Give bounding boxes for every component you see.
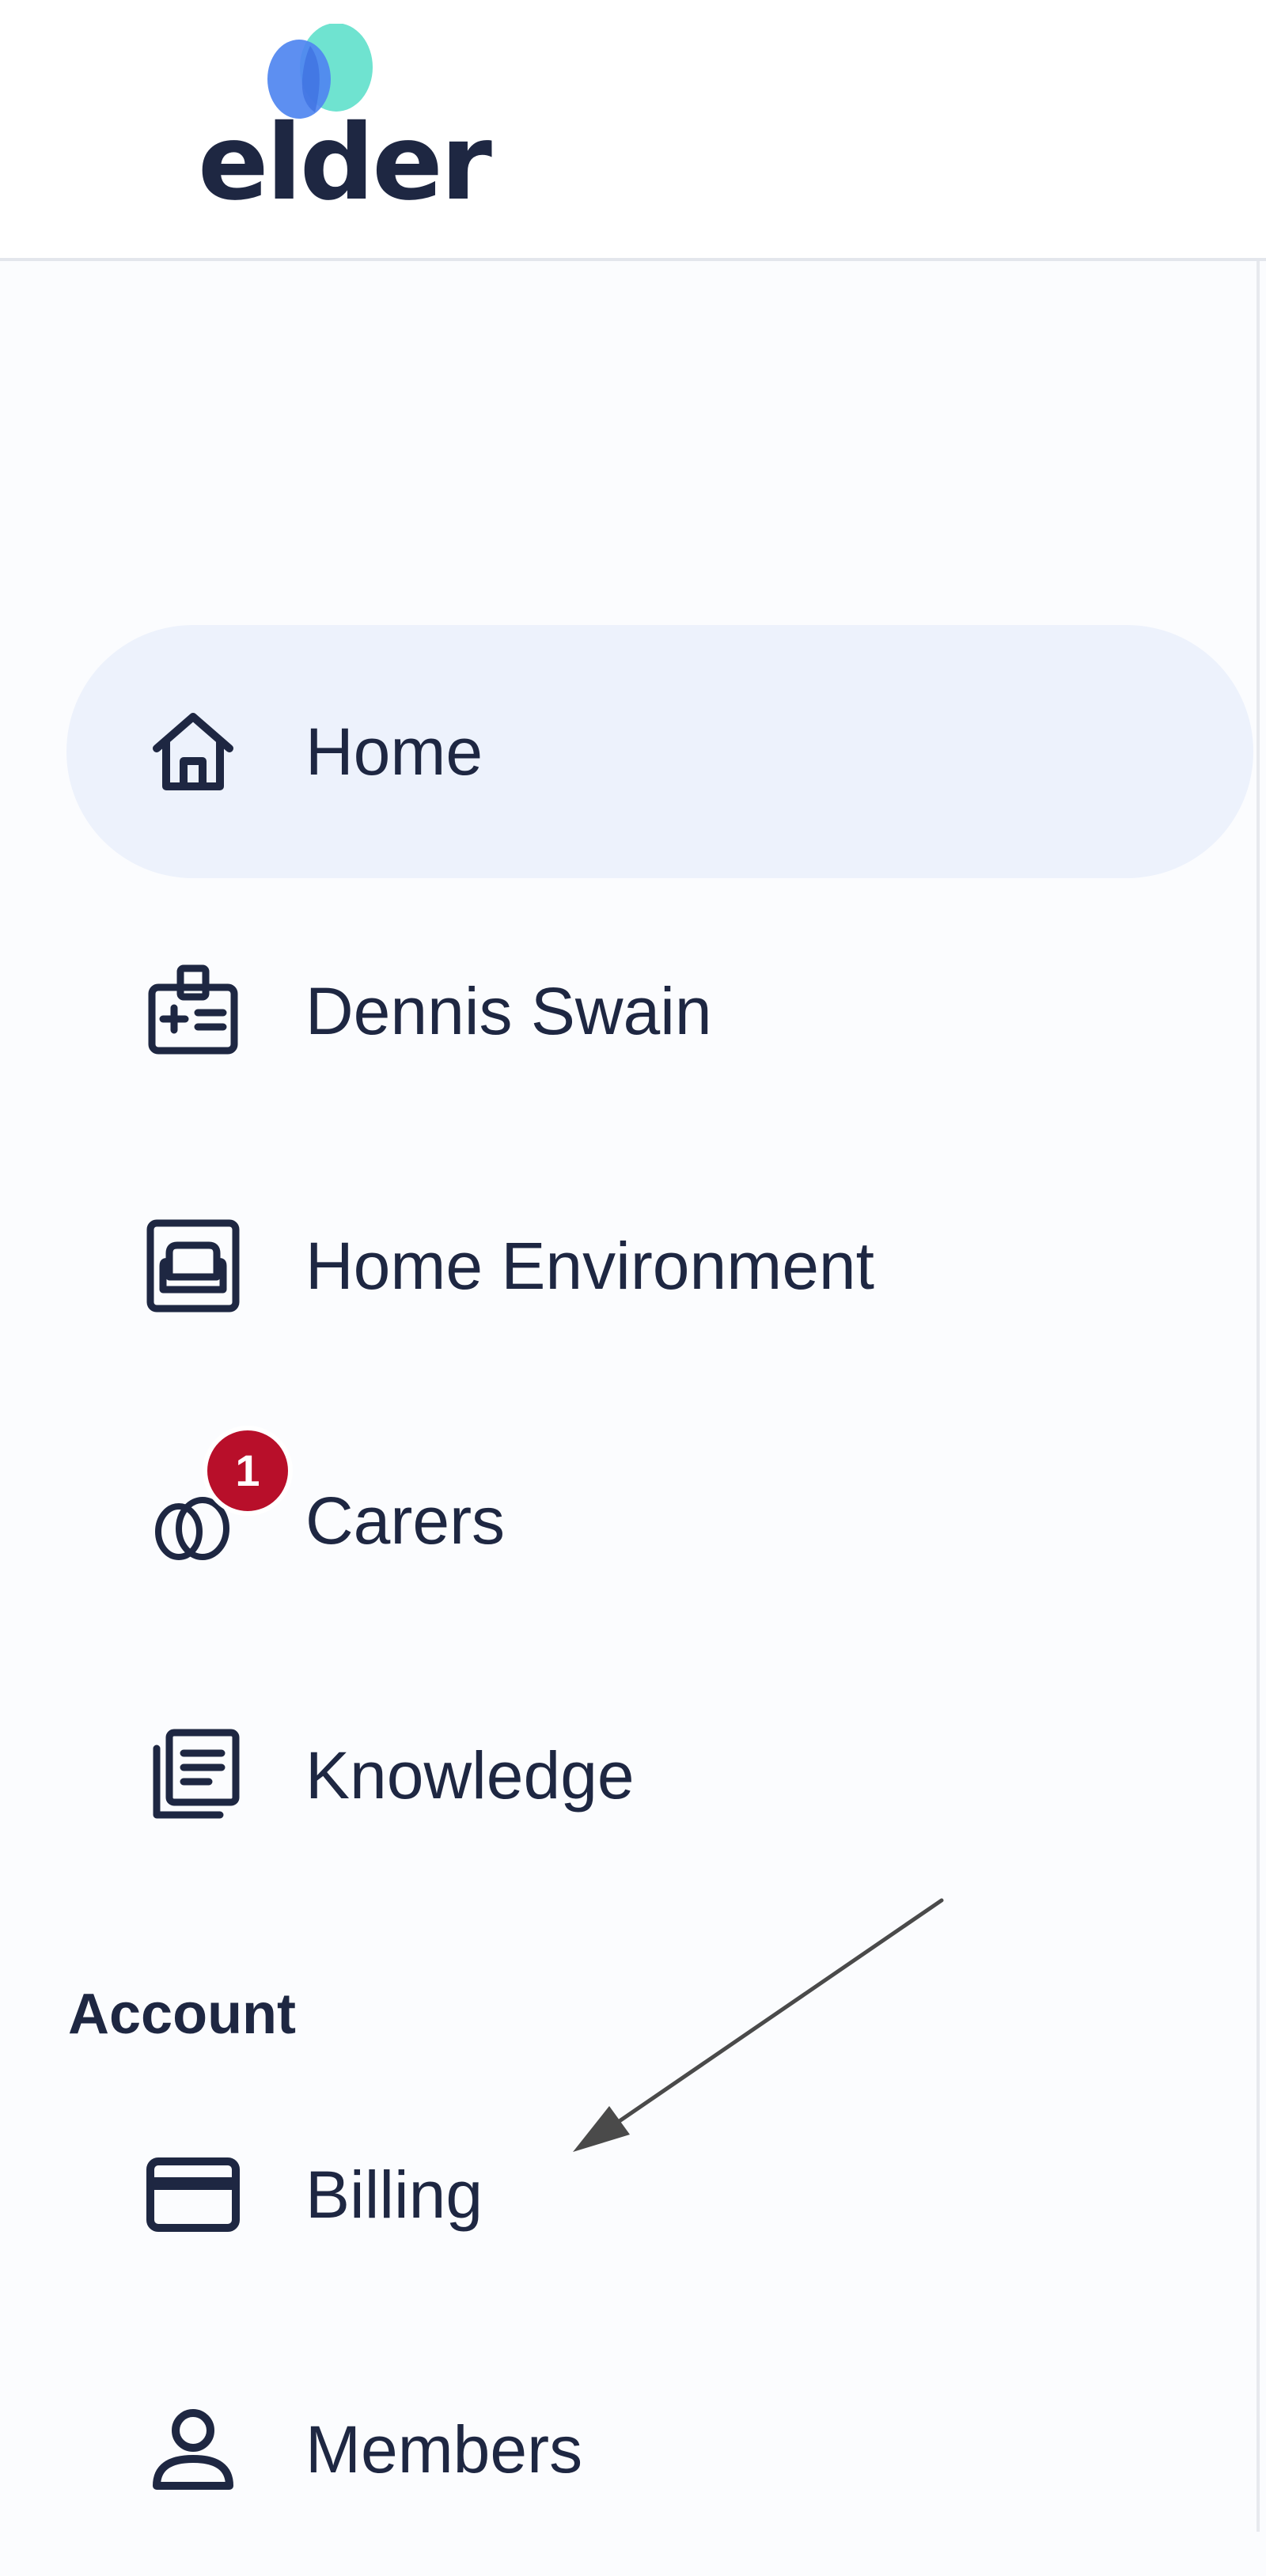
top-header: elder bbox=[0, 0, 1266, 261]
logo-text: elder bbox=[198, 102, 492, 224]
sidebar-item-label: Dennis Swain bbox=[305, 974, 712, 1048]
sidebar-item-dennis-swain[interactable]: Dennis Swain bbox=[66, 885, 1253, 1138]
section-header-account: Account bbox=[68, 1983, 296, 2046]
annotation-arrow-icon bbox=[573, 1898, 944, 2152]
home-icon bbox=[146, 704, 241, 799]
notification-badge: 1 bbox=[203, 1426, 293, 1516]
sidebar-item-label: Billing bbox=[305, 2157, 483, 2232]
sidebar-item-knowledge[interactable]: Knowledge bbox=[66, 1649, 1253, 1902]
id-badge-icon bbox=[146, 964, 241, 1059]
person-icon bbox=[146, 2402, 241, 2497]
sidebar-item-label: Home bbox=[305, 714, 483, 789]
credit-card-icon bbox=[146, 2147, 241, 2242]
sidebar-item-label: Members bbox=[305, 2412, 583, 2487]
sidebar-item-members[interactable]: Members bbox=[66, 2323, 1253, 2576]
sidebar-item-label: Home Environment bbox=[305, 1229, 874, 1303]
sidebar-item-label: Carers bbox=[305, 1483, 506, 1558]
documents-icon bbox=[146, 1728, 241, 1823]
sidebar-item-home-environment[interactable]: Home Environment bbox=[66, 1139, 1253, 1392]
sidebar-item-label: Knowledge bbox=[305, 1738, 635, 1813]
sofa-icon bbox=[146, 1218, 241, 1313]
elder-logo[interactable]: elder bbox=[198, 24, 492, 222]
sidebar-item-home[interactable]: Home bbox=[66, 625, 1253, 878]
sidebar-right-border bbox=[1257, 261, 1260, 2532]
sidebar-item-carers[interactable]: 1 Carers bbox=[66, 1394, 1253, 1647]
